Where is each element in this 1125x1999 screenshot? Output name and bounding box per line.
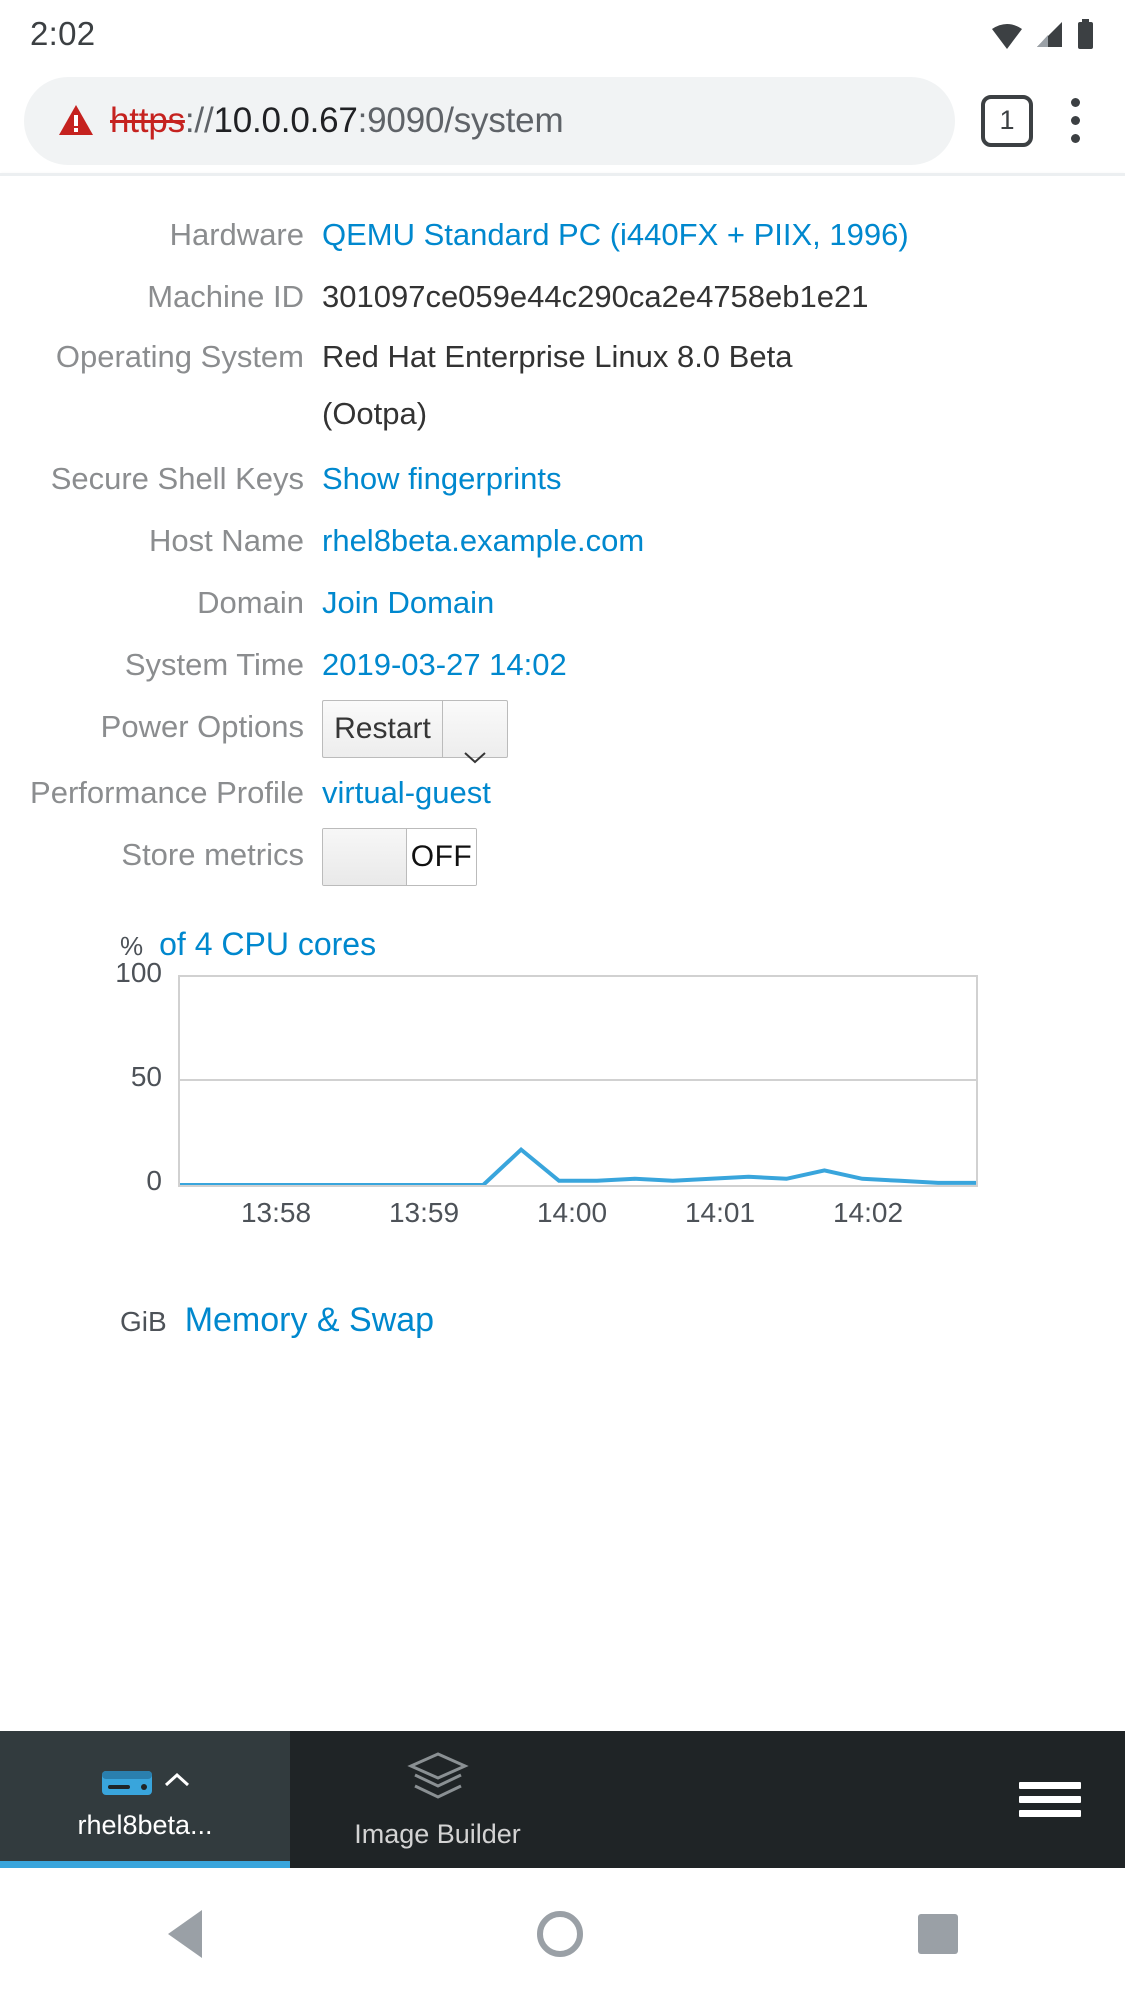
- ytick-100: 100: [115, 957, 162, 988]
- cpu-plot-area: 100 50 0: [115, 957, 978, 1196]
- toggle-state-label: OFF: [407, 829, 476, 885]
- label-secure-shell-keys: Secure Shell Keys: [50, 461, 304, 496]
- toggle-knob: [323, 829, 407, 885]
- server-icon: [100, 1759, 154, 1806]
- row-domain: Domain Join Domain: [0, 572, 1125, 634]
- url-host: 10.0.0.67: [213, 100, 358, 140]
- address-bar[interactable]: https://10.0.0.67:9090/system: [24, 76, 955, 165]
- row-operating-system: Operating System Red Hat Enterprise Linu…: [0, 328, 1125, 442]
- xtick-2: 14:00: [536, 1197, 608, 1228]
- recents-square-icon[interactable]: [917, 1913, 958, 1954]
- value-store-metrics: OFF: [322, 824, 1125, 886]
- hamburger-menu-icon[interactable]: [975, 1731, 1125, 1868]
- signal-icon: [1032, 20, 1064, 48]
- status-bar: 2:02: [0, 0, 1125, 68]
- row-power-options: Power Options Restart: [0, 696, 1125, 764]
- value-hardware[interactable]: QEMU Standard PC (i440FX + PIIX, 1996): [322, 204, 1125, 266]
- row-system-time: System Time 2019-03-27 14:02: [0, 634, 1125, 696]
- cockpit-app-bar: rhel8beta... Image Builder: [0, 1731, 1125, 1868]
- home-circle-icon[interactable]: [536, 1910, 583, 1957]
- row-machine-id: Machine ID 301097ce059e44c290ca2e4758eb1…: [0, 266, 1125, 328]
- cpu-x-axis-ticks: 13:58 13:59 14:00 14:01 14:02: [178, 1197, 978, 1245]
- store-metrics-toggle[interactable]: OFF: [322, 828, 477, 886]
- host-selector[interactable]: rhel8beta...: [0, 1731, 290, 1868]
- row-performance-profile: Performance Profile virtual-guest: [0, 762, 1125, 824]
- row-hardware: Hardware QEMU Standard PC (i440FX + PIIX…: [0, 204, 1125, 266]
- android-nav-bar: [0, 1868, 1125, 1999]
- value-performance-profile[interactable]: virtual-guest: [322, 762, 1125, 824]
- power-split-button[interactable]: Restart: [322, 700, 508, 764]
- value-power-options: Restart: [322, 696, 1125, 764]
- url-separator: ://: [184, 100, 214, 140]
- host-label: rhel8beta...: [77, 1809, 213, 1840]
- label-store-metrics: Store metrics: [121, 837, 304, 872]
- phone-screen: 2:02 https://10.0.0.67:9090/system 1 H…: [0, 0, 1125, 1999]
- value-system-time[interactable]: 2019-03-27 14:02: [322, 634, 1125, 696]
- status-clock: 2:02: [30, 15, 96, 52]
- value-join-domain[interactable]: Join Domain: [322, 572, 1125, 634]
- label-host-name: Host Name: [148, 523, 304, 558]
- restart-button[interactable]: Restart: [322, 700, 442, 758]
- memory-swap-header: GiB Memory & Swap: [0, 1301, 1125, 1340]
- system-details-list: Hardware QEMU Standard PC (i440FX + PIIX…: [0, 204, 1125, 886]
- xtick-4: 14:02: [832, 1197, 904, 1228]
- host-icon-group: [100, 1759, 190, 1806]
- layers-icon: [406, 1750, 469, 1809]
- chevron-down-icon: [464, 723, 486, 764]
- label-domain: Domain: [197, 585, 304, 620]
- value-show-fingerprints[interactable]: Show fingerprints: [322, 448, 1125, 510]
- url-path: :9090/system: [357, 100, 564, 140]
- back-triangle-icon[interactable]: [167, 1909, 202, 1958]
- cpu-chart: % of 4 CPU cores 100 50 0 13:58 13:59 14…: [0, 926, 1125, 1245]
- warning-triangle-icon[interactable]: [58, 104, 94, 137]
- x-axis-line: [178, 1185, 978, 1187]
- wifi-icon: [990, 21, 1022, 49]
- xtick-0: 13:58: [240, 1197, 312, 1228]
- cockpit-system-page: Hardware QEMU Standard PC (i440FX + PIIX…: [0, 176, 1125, 1339]
- tab-counter-button[interactable]: 1: [981, 94, 1033, 147]
- label-system-time: System Time: [124, 647, 304, 682]
- power-dropdown-toggle[interactable]: [442, 700, 508, 764]
- value-host-name[interactable]: rhel8beta.example.com: [322, 510, 1125, 572]
- cpu-chart-header: % of 4 CPU cores: [120, 926, 1125, 963]
- cpu-chart-title[interactable]: of 4 CPU cores: [159, 926, 376, 963]
- label-machine-id: Machine ID: [147, 279, 304, 314]
- tab-image-builder-label: Image Builder: [354, 1818, 521, 1849]
- cpu-usage-line: [180, 1146, 976, 1185]
- value-operating-system: Red Hat Enterprise Linux 8.0 Beta (Ootpa…: [322, 339, 793, 431]
- memory-unit-label: GiB: [120, 1306, 167, 1337]
- row-store-metrics: Store metrics OFF: [0, 824, 1125, 886]
- chevron-up-icon: [164, 1772, 190, 1793]
- url-scheme: https: [110, 100, 185, 140]
- value-machine-id: 301097ce059e44c290ca2e4758eb1e21: [322, 279, 869, 314]
- xtick-3: 14:01: [684, 1197, 756, 1228]
- ytick-0: 0: [146, 1165, 162, 1196]
- label-operating-system: Operating System: [55, 339, 304, 374]
- memory-swap-title[interactable]: Memory & Swap: [185, 1301, 434, 1340]
- xtick-1: 13:59: [388, 1197, 460, 1228]
- status-icons: [990, 19, 1095, 49]
- browser-toolbar: https://10.0.0.67:9090/system 1: [0, 68, 1125, 173]
- label-performance-profile: Performance Profile: [30, 775, 304, 810]
- label-power-options: Power Options: [100, 709, 304, 744]
- battery-icon: [1076, 19, 1095, 49]
- kebab-menu-icon[interactable]: [1047, 98, 1103, 143]
- label-hardware: Hardware: [169, 217, 304, 252]
- row-host-name: Host Name rhel8beta.example.com: [0, 510, 1125, 572]
- url-text: https://10.0.0.67:9090/system: [110, 101, 563, 141]
- tab-image-builder[interactable]: Image Builder: [290, 1731, 585, 1868]
- row-secure-shell-keys: Secure Shell Keys Show fingerprints: [0, 448, 1125, 510]
- ytick-50: 50: [130, 1061, 162, 1092]
